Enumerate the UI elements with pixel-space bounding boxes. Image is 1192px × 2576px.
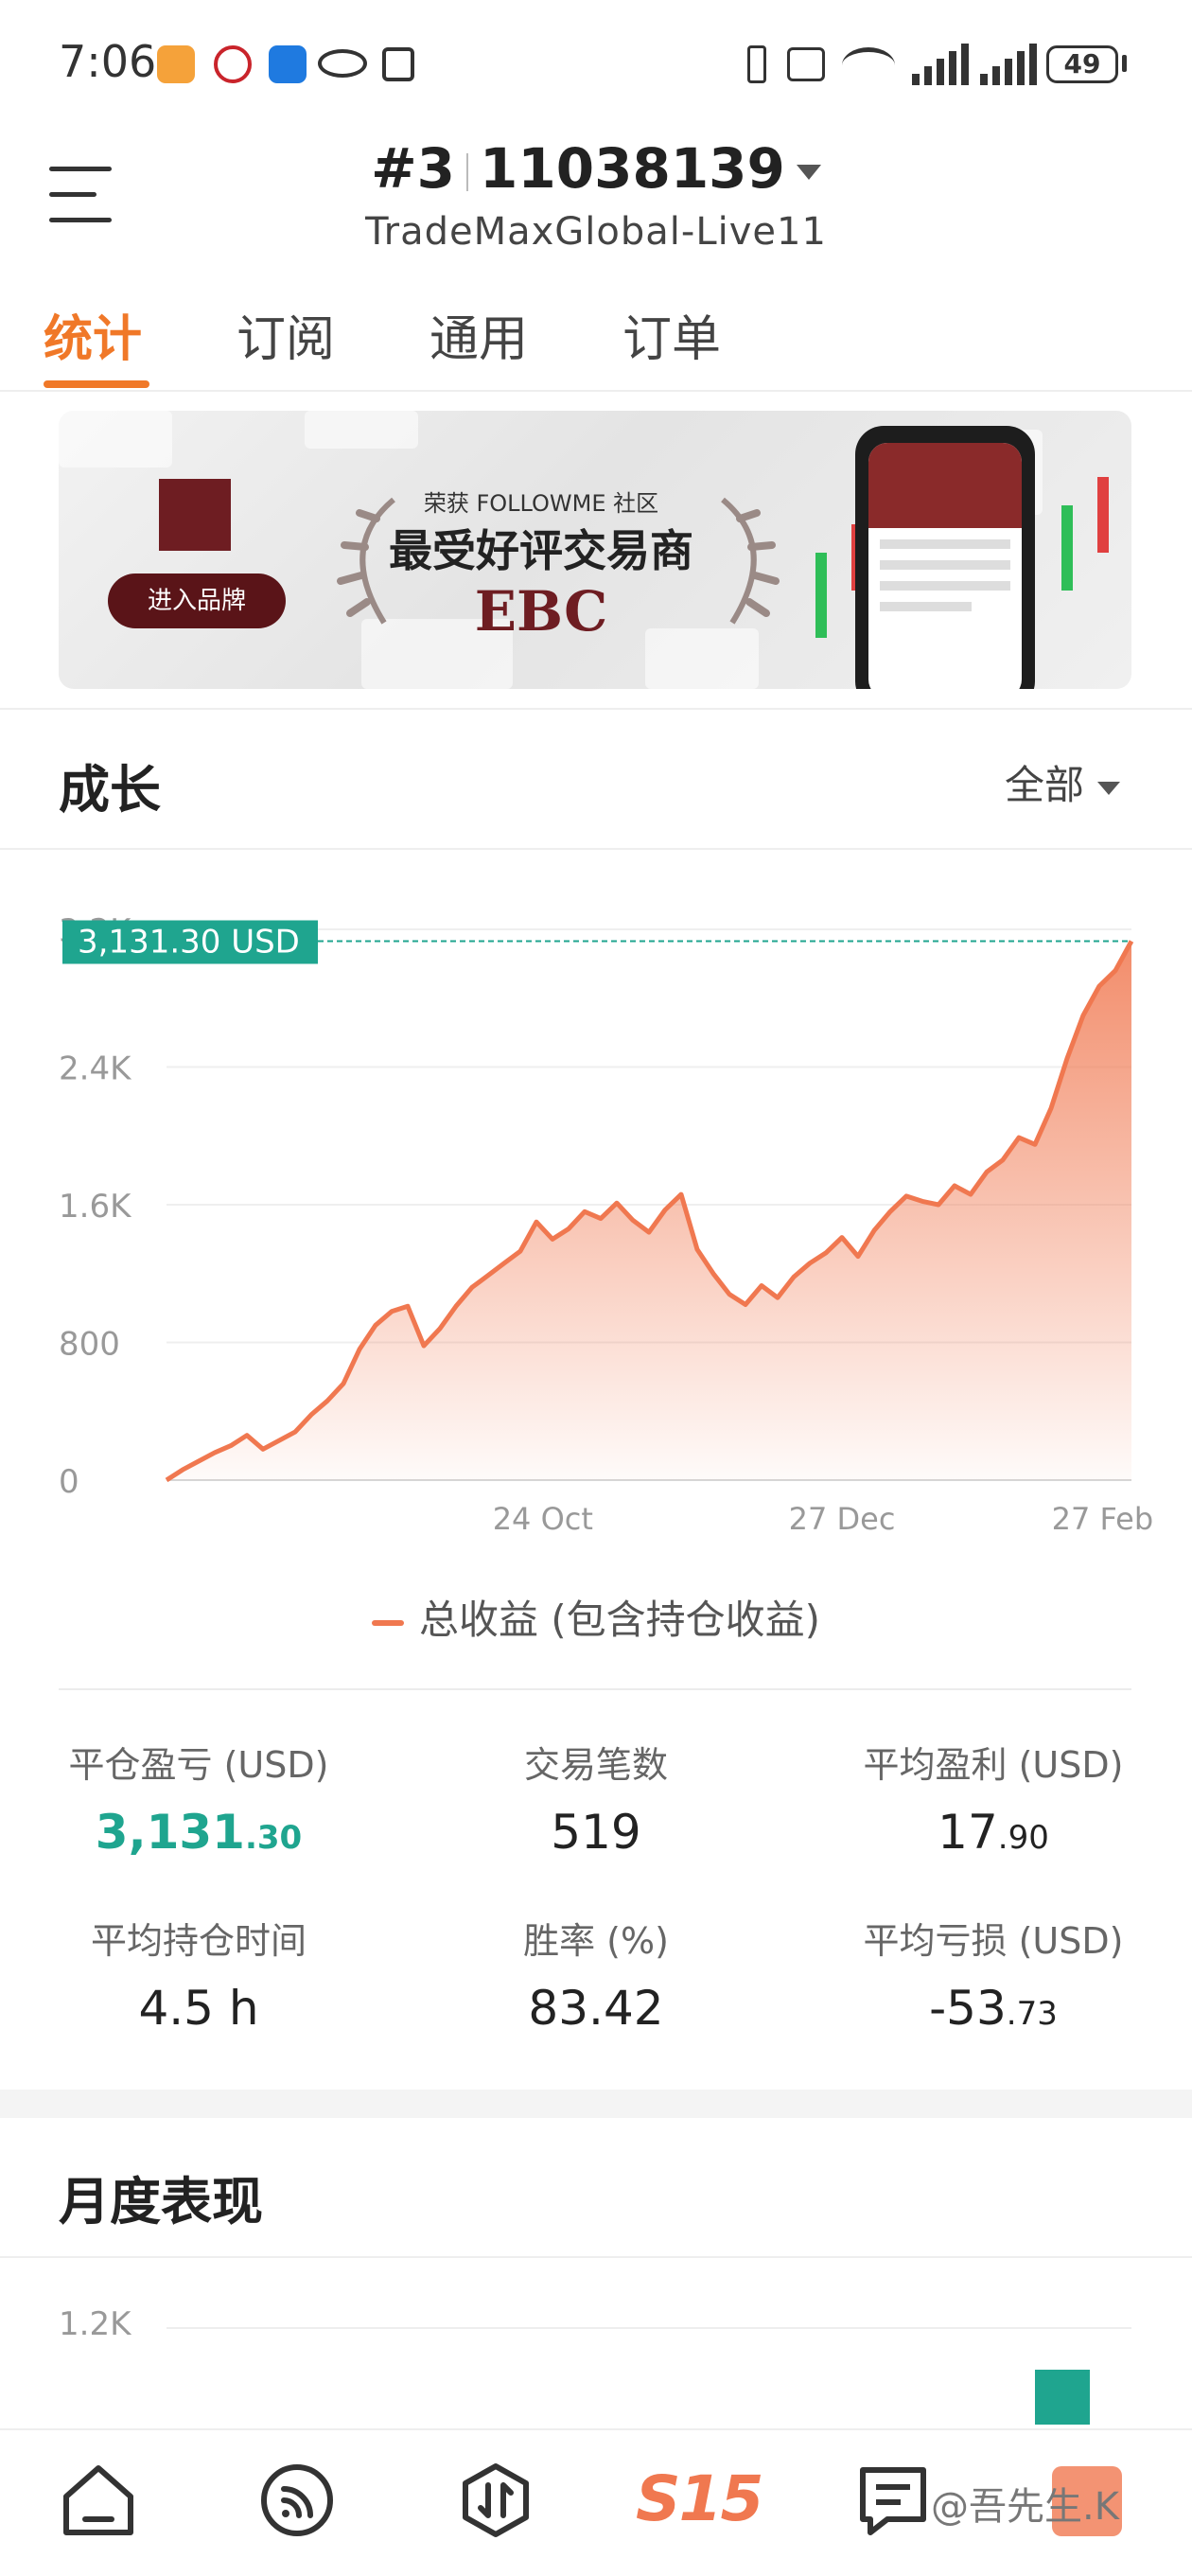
chevron-down-icon (796, 164, 821, 180)
candle-red-icon (1097, 477, 1109, 553)
tab-orders[interactable]: 订单 (622, 299, 721, 370)
section-divider (0, 708, 1192, 710)
stat-value: 17.90 (938, 1805, 1049, 1860)
ebc-logo (159, 479, 231, 551)
tab-general[interactable]: 通用 (429, 299, 528, 370)
x-tick-label: 24 Oct (493, 1501, 593, 1537)
tabs-divider (0, 390, 1192, 392)
server-name: TradeMaxGlobal-Live11 (365, 210, 827, 254)
active-tab-indicator (44, 380, 149, 388)
account-number: 11038139 (480, 136, 785, 201)
eye-icon (318, 49, 367, 78)
legend-swatch (371, 1619, 404, 1626)
title-separator (466, 152, 469, 191)
monthly-bar (1035, 2370, 1090, 2425)
candle-green-icon (815, 553, 827, 638)
y-tick-label: 1.6K (59, 1188, 132, 1226)
tab-statistics[interactable]: 统计 (44, 299, 142, 370)
section-divider (0, 2256, 1192, 2258)
battery-icon: 49 (1046, 45, 1118, 83)
monthly-y-label: 1.2K (59, 2305, 131, 2343)
stat-avg-loss: 平均亏损 (USD) -53.73 (814, 1912, 1173, 2036)
legend-label: 总收益 (包含持仓收益) (418, 1597, 821, 1643)
section-separator (0, 2090, 1192, 2118)
home-icon[interactable] (59, 2461, 138, 2540)
messages-icon[interactable] (853, 2461, 933, 2540)
banner-tile (305, 411, 418, 449)
y-tick-label: 0 (59, 1463, 79, 1501)
stat-trade-count: 交易笔数 519 (416, 1736, 776, 1860)
filter-label: 全部 (1005, 762, 1085, 808)
account-index: #3 (371, 136, 456, 201)
area-fill (167, 941, 1131, 1480)
status-time: 7:06 (59, 36, 157, 87)
bluetooth-icon (747, 45, 766, 83)
x-tick-label: 27 Feb (1052, 1501, 1154, 1537)
stats-divider (59, 1688, 1131, 1690)
monthly-title: 月度表现 (59, 2172, 263, 2232)
account-selector[interactable]: #3 11038139 (0, 136, 1192, 201)
stat-avg-hold-time: 平均持仓时间 4.5 h (19, 1912, 378, 2036)
banner-tile (59, 411, 172, 468)
y-tick-label: 2.4K (59, 1050, 132, 1088)
home-app-icon (157, 45, 195, 83)
stat-value: -53.73 (929, 1981, 1058, 2036)
section-divider (0, 848, 1192, 850)
stat-label: 平均亏损 (USD) (863, 1920, 1124, 1962)
monthly-gridline (167, 2327, 1131, 2329)
wifi-icon (842, 47, 895, 83)
x-tick-label: 27 Dec (789, 1501, 896, 1537)
stat-value: 3,131.30 (95, 1805, 303, 1860)
award-brand: EBC (474, 579, 608, 644)
enter-brand-button[interactable]: 进入品牌 (108, 573, 286, 628)
payment-app-icon (269, 45, 307, 83)
stat-avg-profit: 平均盈利 (USD) 17.90 (814, 1736, 1173, 1860)
stat-label: 平均盈利 (USD) (863, 1744, 1124, 1786)
stat-label: 平仓盈亏 (USD) (68, 1744, 329, 1786)
stat-value: 83.42 (528, 1981, 664, 2036)
ad-banner[interactable]: 进入品牌 荣获 FOLLOWME 社区 最受好评交易商 EBC (59, 411, 1131, 689)
nfc-icon (382, 47, 414, 81)
vibrate-icon (787, 47, 825, 81)
stat-closed-pnl: 平仓盈亏 (USD) 3,131.30 (19, 1736, 378, 1860)
growth-title: 成长 (59, 760, 161, 820)
stat-label: 平均持仓时间 (90, 1920, 307, 1962)
chart-legend: 总收益 (包含持仓收益) (0, 1588, 1192, 1646)
growth-range-filter[interactable]: 全部 (1005, 753, 1121, 811)
stat-value: 519 (551, 1805, 641, 1860)
stat-value: 4.5 h (138, 1981, 259, 2036)
trade-icon[interactable] (456, 2461, 535, 2540)
phone-screen (868, 443, 1022, 689)
current-value-label: 3,131.30 USD (78, 923, 300, 961)
signal-icon (912, 44, 969, 85)
growth-chart[interactable]: 08001.6K2.4K3.2K24 Oct27 Dec27 Feb3,131.… (0, 880, 1192, 1561)
candle-green-icon (1061, 505, 1073, 591)
s15-tab[interactable]: S15 (636, 2462, 763, 2535)
award-subtitle: 荣获 FOLLOWME 社区 (423, 490, 659, 517)
stat-label: 胜率 (%) (523, 1920, 669, 1962)
y-tick-label: 800 (59, 1326, 120, 1364)
stat-label: 交易笔数 (523, 1744, 668, 1786)
bank-app-icon (214, 45, 252, 83)
signal-2-icon (980, 44, 1037, 85)
community-icon[interactable] (257, 2461, 337, 2540)
tab-subscription[interactable]: 订阅 (237, 299, 335, 370)
watermark: @吾先生.K (931, 2485, 1119, 2529)
stat-win-rate: 胜率 (%) 83.42 (416, 1912, 776, 2036)
battery-tip (1122, 55, 1127, 72)
status-bar: 7:06 49 (0, 0, 1192, 132)
chevron-down-icon (1097, 781, 1121, 795)
award-title: 最受好评交易商 (389, 525, 693, 576)
